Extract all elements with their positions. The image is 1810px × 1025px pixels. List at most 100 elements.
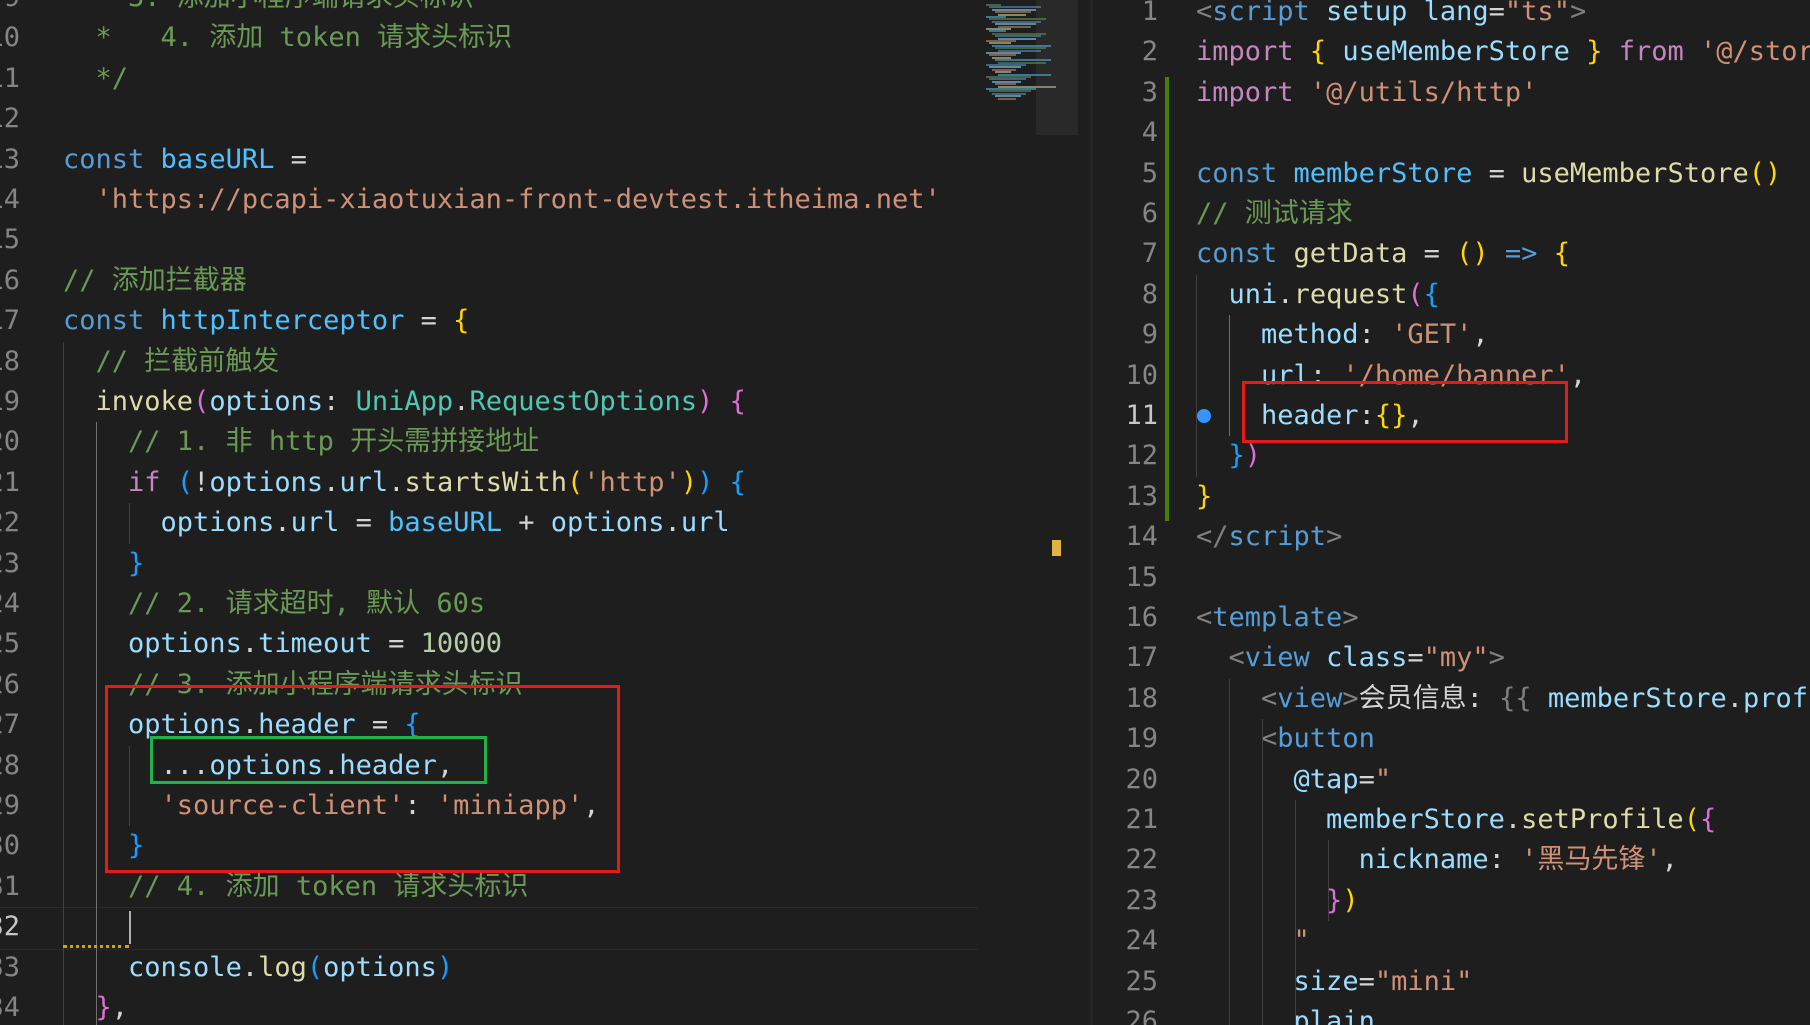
code-line[interactable]: 11 */ <box>0 59 978 99</box>
code-text[interactable]: options.url = baseURL + options.url <box>63 503 730 543</box>
code-line[interactable]: 22 options.url = baseURL + options.url <box>0 503 978 543</box>
code-text[interactable]: " <box>1196 921 1310 961</box>
code-text[interactable]: import '@/utils/http' <box>1196 73 1537 113</box>
code-line[interactable]: 13 const baseURL = <box>0 140 978 180</box>
code-text[interactable]: 3. 添加小程序端请求头标识 <box>63 0 474 18</box>
code-line[interactable]: 9 3. 添加小程序端请求头标识 <box>0 0 978 18</box>
code-line[interactable]: 24 // 2. 请求超时, 默认 60s <box>0 584 978 624</box>
line-number: 15 <box>1125 561 1158 593</box>
code-line[interactable]: 17 <view class="my"> <box>1093 638 1810 678</box>
minimap[interactable] <box>978 0 1090 1025</box>
code-line[interactable]: 14 'https://pcapi-xiaotuxian-front-devte… <box>0 180 978 220</box>
code-line[interactable]: 9 method: 'GET', <box>1093 315 1810 355</box>
code-text[interactable]: // 测试请求 <box>1196 194 1353 234</box>
code-line[interactable]: 10 * 4. 添加 token 请求头标识 <box>0 18 978 58</box>
code-text[interactable]: <view class="my"> <box>1196 638 1505 678</box>
code-token: = <box>1358 965 1375 997</box>
code-line[interactable]: 7 const getData = () => { <box>1093 234 1810 274</box>
code-line[interactable]: 20 @tap=" <box>1093 760 1810 800</box>
code-text[interactable]: <script setup lang="ts"> <box>1196 0 1586 32</box>
code-text[interactable]: } <box>63 544 144 584</box>
code-line[interactable]: 25 options.timeout = 10000 <box>0 624 978 664</box>
code-text[interactable]: options.timeout = 10000 <box>63 624 502 664</box>
line-number: 10 <box>0 22 20 54</box>
code-token: template <box>1212 602 1343 633</box>
code-line[interactable]: 19 <button <box>1093 719 1810 759</box>
code-text[interactable]: // 2. 请求超时, 默认 60s <box>63 584 485 624</box>
code-line[interactable]: 13} <box>1093 477 1810 517</box>
code-line[interactable]: 33 console.log(options) <box>0 948 978 988</box>
left-editor[interactable]: 9 3. 添加小程序端请求头标识10 * 4. 添加 token 请求头标识11… <box>0 0 978 1025</box>
line-number: 1 <box>1141 0 1158 27</box>
code-line[interactable]: 18 <view>会员信息: {{ memberStore.profile <box>1093 679 1810 719</box>
code-line[interactable]: 32 <box>0 907 978 947</box>
code-token: memberStore <box>1326 804 1505 835</box>
code-line[interactable]: 12 <box>0 99 978 139</box>
code-text[interactable]: 'https://pcapi-xiaotuxian-front-devtest.… <box>63 180 941 220</box>
code-line[interactable]: 4 <box>1093 113 1810 153</box>
code-line[interactable]: 6 // 测试请求 <box>1093 194 1810 234</box>
code-text[interactable]: method: 'GET', <box>1196 315 1489 355</box>
code-text[interactable]: } <box>1196 477 1212 517</box>
indent-guide <box>1196 274 1197 477</box>
code-line[interactable]: 23 }) <box>1093 881 1810 921</box>
lightbulb-icon[interactable] <box>1197 409 1211 423</box>
code-text[interactable]: </script> <box>1196 517 1342 557</box>
code-line[interactable]: 5 const memberStore = useMemberStore() <box>1093 154 1810 194</box>
code-line[interactable]: 26 plain <box>1093 1002 1810 1025</box>
code-line[interactable]: 20 // 1. 非 http 开头需拼接地址 <box>0 422 978 462</box>
code-text[interactable]: plain <box>1196 1002 1375 1025</box>
code-text[interactable]: invoke(options: UniApp.RequestOptions) { <box>63 382 746 422</box>
code-line[interactable]: 23 } <box>0 544 978 584</box>
code-token: url <box>680 507 730 539</box>
code-text[interactable]: import { useMemberStore } from '@/stores… <box>1196 32 1810 72</box>
code-text[interactable]: memberStore.setProfile({ <box>1196 800 1716 840</box>
code-text[interactable]: if (!options.url.startsWith('http')) { <box>63 463 746 503</box>
code-text[interactable]: // 添加拦截器 <box>63 261 247 301</box>
code-line[interactable]: 24 " <box>1093 921 1810 961</box>
code-text[interactable]: const getData = () => { <box>1196 234 1570 274</box>
code-text[interactable]: nickname: '黑马先锋', <box>1196 840 1678 880</box>
code-line[interactable]: 2 import { useMemberStore } from '@/store… <box>1093 32 1810 72</box>
code-token: useMemberStore <box>1521 157 1749 189</box>
code-line[interactable]: 16 // 添加拦截器 <box>0 261 978 301</box>
code-line[interactable]: 14 </script> <box>1093 517 1810 557</box>
code-text[interactable]: const baseURL = <box>63 140 323 180</box>
code-line[interactable]: 8 uni.request({ <box>1093 275 1810 315</box>
code-line[interactable]: 15 <box>1093 558 1810 598</box>
scrollbar[interactable] <box>1036 0 1078 135</box>
code-line[interactable]: 18 // 拦截前触发 <box>0 342 978 382</box>
code-line[interactable]: 34 }, <box>0 988 978 1025</box>
code-text[interactable]: // 1. 非 http 开头需拼接地址 <box>63 422 539 462</box>
code-token: useMemberStore <box>1342 36 1570 68</box>
right-editor[interactable]: 1 <script setup lang="ts"> 2 import { useMe… <box>1093 0 1810 1025</box>
code-line[interactable]: 21 if (!options.url.startsWith('http')) … <box>0 463 978 503</box>
code-text[interactable]: <template> <box>1196 598 1359 638</box>
code-text[interactable]: size="mini" <box>1196 962 1473 1002</box>
code-text[interactable]: uni.request({ <box>1196 275 1440 315</box>
code-text[interactable]: @tap=" <box>1196 760 1392 800</box>
code-line[interactable]: 16 <template> <box>1093 598 1810 638</box>
line-number: 14 <box>1125 521 1158 553</box>
code-text[interactable]: const httpInterceptor = { <box>63 301 469 341</box>
code-text[interactable]: */ <box>63 59 129 99</box>
code-text[interactable]: * 4. 添加 token 请求头标识 <box>63 18 513 58</box>
code-line[interactable]: 1 <script setup lang="ts"> <box>1093 0 1810 32</box>
code-text[interactable]: }) <box>1196 881 1359 921</box>
code-line[interactable]: 17 const httpInterceptor = { <box>0 301 978 341</box>
code-text[interactable]: <view>会员信息: {{ memberStore.profile <box>1196 679 1810 719</box>
code-line[interactable]: 22 nickname: '黑马先锋', <box>1093 840 1810 880</box>
code-text[interactable]: // 拦截前触发 <box>63 342 280 382</box>
code-text[interactable]: <button <box>1196 719 1375 759</box>
code-line[interactable]: 19 invoke(options: UniApp.RequestOptions… <box>0 382 978 422</box>
code-line[interactable]: 21 memberStore.setProfile({ <box>1093 800 1810 840</box>
code-text[interactable]: const memberStore = useMemberStore() <box>1196 154 1781 194</box>
code-line[interactable]: 15 <box>0 220 978 260</box>
code-line[interactable]: 25 size="mini" <box>1093 962 1810 1002</box>
code-line[interactable]: 3 import '@/utils/http' <box>1093 73 1810 113</box>
code-text[interactable]: console.log(options) <box>63 948 453 988</box>
